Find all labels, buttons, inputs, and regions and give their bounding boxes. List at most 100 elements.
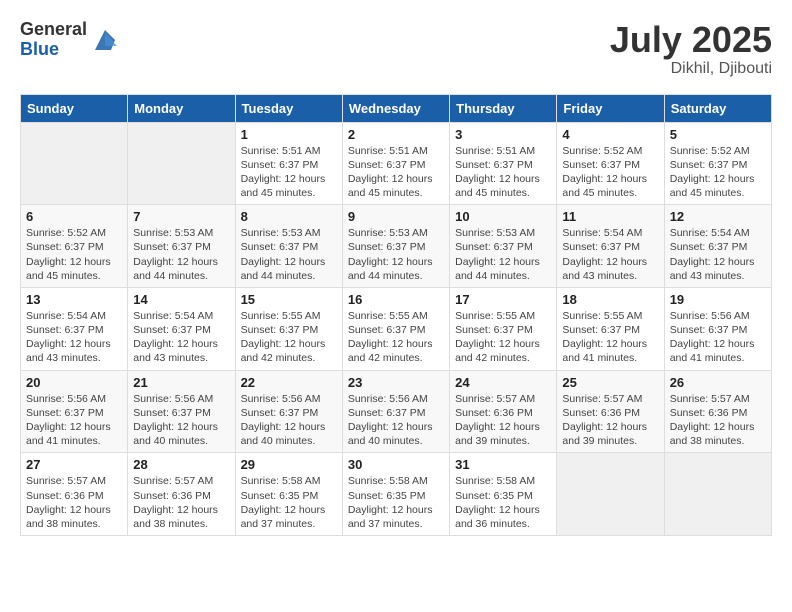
calendar-cell: 25 Sunrise: 5:57 AM Sunset: 6:36 PM Dayli… (557, 370, 664, 453)
day-number: 11 (562, 209, 658, 224)
day-info: Sunrise: 5:58 AM Sunset: 6:35 PM Dayligh… (348, 474, 444, 531)
day-info: Sunrise: 5:51 AM Sunset: 6:37 PM Dayligh… (455, 144, 551, 201)
calendar-cell: 16 Sunrise: 5:55 AM Sunset: 6:37 PM Dayli… (342, 287, 449, 370)
day-info: Sunrise: 5:55 AM Sunset: 6:37 PM Dayligh… (348, 309, 444, 366)
calendar-cell: 21 Sunrise: 5:56 AM Sunset: 6:37 PM Dayli… (128, 370, 235, 453)
weekday-header-row: SundayMondayTuesdayWednesdayThursdayFrid… (21, 94, 772, 122)
day-info: Sunrise: 5:54 AM Sunset: 6:37 PM Dayligh… (133, 309, 229, 366)
day-number: 8 (241, 209, 337, 224)
day-info: Sunrise: 5:58 AM Sunset: 6:35 PM Dayligh… (455, 474, 551, 531)
weekday-header: Tuesday (235, 94, 342, 122)
calendar-table: SundayMondayTuesdayWednesdayThursdayFrid… (20, 94, 772, 536)
day-info: Sunrise: 5:55 AM Sunset: 6:37 PM Dayligh… (241, 309, 337, 366)
day-number: 17 (455, 292, 551, 307)
logo: General Blue (20, 20, 119, 60)
day-number: 30 (348, 457, 444, 472)
calendar-cell: 23Sunrise: 5:56 AM Sunset: 6:37 PM Dayli… (342, 370, 449, 453)
day-info: Sunrise: 5:53 AM Sunset: 6:37 PM Dayligh… (133, 226, 229, 283)
calendar-cell (664, 453, 771, 536)
calendar-cell: 19Sunrise: 5:56 AM Sunset: 6:37 PM Dayli… (664, 287, 771, 370)
day-info: Sunrise: 5:58 AM Sunset: 6:35 PM Dayligh… (241, 474, 337, 531)
day-number: 13 (26, 292, 122, 307)
calendar-cell (557, 453, 664, 536)
calendar-cell: 10Sunrise: 5:53 AM Sunset: 6:37 PM Dayli… (450, 205, 557, 288)
calendar-cell: 17 Sunrise: 5:55 AM Sunset: 6:37 PM Dayli… (450, 287, 557, 370)
day-info: Sunrise: 5:57 AM Sunset: 6:36 PM Dayligh… (26, 474, 122, 531)
day-number: 26 (670, 375, 766, 390)
title-block: July 2025 Dikhil, Djibouti (610, 20, 772, 78)
calendar-cell (21, 122, 128, 205)
day-info: Sunrise: 5:51 AM Sunset: 6:37 PM Dayligh… (241, 144, 337, 201)
day-info: Sunrise: 5:52 AM Sunset: 6:37 PM Dayligh… (26, 226, 122, 283)
calendar-cell: 4 Sunrise: 5:52 AM Sunset: 6:37 PM Daylig… (557, 122, 664, 205)
calendar-cell: 31Sunrise: 5:58 AM Sunset: 6:35 PM Dayli… (450, 453, 557, 536)
calendar-cell: 15 Sunrise: 5:55 AM Sunset: 6:37 PM Dayli… (235, 287, 342, 370)
calendar-cell: 20Sunrise: 5:56 AM Sunset: 6:37 PM Dayli… (21, 370, 128, 453)
day-number: 15 (241, 292, 337, 307)
day-number: 3 (455, 127, 551, 142)
day-info: Sunrise: 5:56 AM Sunset: 6:37 PM Dayligh… (348, 392, 444, 449)
day-number: 16 (348, 292, 444, 307)
calendar-cell: 14 Sunrise: 5:54 AM Sunset: 6:37 PM Dayli… (128, 287, 235, 370)
calendar-cell: 5 Sunrise: 5:52 AM Sunset: 6:37 PM Daylig… (664, 122, 771, 205)
day-number: 10 (455, 209, 551, 224)
day-info: Sunrise: 5:56 AM Sunset: 6:37 PM Dayligh… (133, 392, 229, 449)
weekday-header: Saturday (664, 94, 771, 122)
calendar-week-row: 13 Sunrise: 5:54 AM Sunset: 6:37 PM Dayli… (21, 287, 772, 370)
weekday-header: Friday (557, 94, 664, 122)
calendar-cell: 30 Sunrise: 5:58 AM Sunset: 6:35 PM Dayli… (342, 453, 449, 536)
day-info: Sunrise: 5:54 AM Sunset: 6:37 PM Dayligh… (562, 226, 658, 283)
calendar-cell: 24 Sunrise: 5:57 AM Sunset: 6:36 PM Dayli… (450, 370, 557, 453)
calendar-week-row: 27Sunrise: 5:57 AM Sunset: 6:36 PM Dayli… (21, 453, 772, 536)
calendar-cell: 8Sunrise: 5:53 AM Sunset: 6:37 PM Daylig… (235, 205, 342, 288)
calendar-cell: 12 Sunrise: 5:54 AM Sunset: 6:37 PM Dayli… (664, 205, 771, 288)
day-info: Sunrise: 5:53 AM Sunset: 6:37 PM Dayligh… (348, 226, 444, 283)
day-number: 25 (562, 375, 658, 390)
day-info: Sunrise: 5:54 AM Sunset: 6:37 PM Dayligh… (26, 309, 122, 366)
day-info: Sunrise: 5:52 AM Sunset: 6:37 PM Dayligh… (562, 144, 658, 201)
day-number: 20 (26, 375, 122, 390)
logo-general: General (20, 20, 87, 40)
day-number: 21 (133, 375, 229, 390)
calendar-week-row: 20 Sunrise: 5:56 AM Sunset: 6:37 PM Dayli… (21, 370, 772, 453)
day-number: 7 (133, 209, 229, 224)
page-header: General Blue July 2025 Dikhil, Djibouti (20, 20, 772, 78)
calendar-cell: 6Sunrise: 5:52 AM Sunset: 6:37 PM Daylig… (21, 205, 128, 288)
calendar-cell: 3 Sunrise: 5:51 AM Sunset: 6:37 PM Daylig… (450, 122, 557, 205)
day-number: 5 (670, 127, 766, 142)
calendar-cell: 28Sunrise: 5:57 AM Sunset: 6:36 PM Dayli… (128, 453, 235, 536)
calendar-cell: 9 Sunrise: 5:53 AM Sunset: 6:37 PM Daylig… (342, 205, 449, 288)
day-number: 9 (348, 209, 444, 224)
day-number: 1 (241, 127, 337, 142)
weekday-header: Sunday (21, 94, 128, 122)
day-info: Sunrise: 5:55 AM Sunset: 6:37 PM Dayligh… (562, 309, 658, 366)
weekday-header: Wednesday (342, 94, 449, 122)
calendar-cell: 27Sunrise: 5:57 AM Sunset: 6:36 PM Dayli… (21, 453, 128, 536)
weekday-header: Thursday (450, 94, 557, 122)
day-number: 14 (133, 292, 229, 307)
day-info: Sunrise: 5:57 AM Sunset: 6:36 PM Dayligh… (562, 392, 658, 449)
calendar-cell: 1 Sunrise: 5:51 AM Sunset: 6:37 PM Daylig… (235, 122, 342, 205)
calendar-cell: 11 Sunrise: 5:54 AM Sunset: 6:37 PM Dayli… (557, 205, 664, 288)
day-number: 18 (562, 292, 658, 307)
day-info: Sunrise: 5:54 AM Sunset: 6:37 PM Dayligh… (670, 226, 766, 283)
day-info: Sunrise: 5:55 AM Sunset: 6:37 PM Dayligh… (455, 309, 551, 366)
day-info: Sunrise: 5:52 AM Sunset: 6:37 PM Dayligh… (670, 144, 766, 201)
logo-blue: Blue (20, 40, 87, 60)
calendar-cell: 22Sunrise: 5:56 AM Sunset: 6:37 PM Dayli… (235, 370, 342, 453)
calendar-cell: 7 Sunrise: 5:53 AM Sunset: 6:37 PM Daylig… (128, 205, 235, 288)
day-info: Sunrise: 5:57 AM Sunset: 6:36 PM Dayligh… (670, 392, 766, 449)
day-number: 4 (562, 127, 658, 142)
calendar-cell: 13 Sunrise: 5:54 AM Sunset: 6:37 PM Dayli… (21, 287, 128, 370)
logo-icon (91, 26, 119, 54)
weekday-header: Monday (128, 94, 235, 122)
day-number: 2 (348, 127, 444, 142)
day-number: 29 (241, 457, 337, 472)
day-number: 22 (241, 375, 337, 390)
calendar-week-row: 1 Sunrise: 5:51 AM Sunset: 6:37 PM Daylig… (21, 122, 772, 205)
day-number: 24 (455, 375, 551, 390)
day-info: Sunrise: 5:57 AM Sunset: 6:36 PM Dayligh… (455, 392, 551, 449)
day-number: 12 (670, 209, 766, 224)
day-info: Sunrise: 5:56 AM Sunset: 6:37 PM Dayligh… (670, 309, 766, 366)
day-number: 28 (133, 457, 229, 472)
